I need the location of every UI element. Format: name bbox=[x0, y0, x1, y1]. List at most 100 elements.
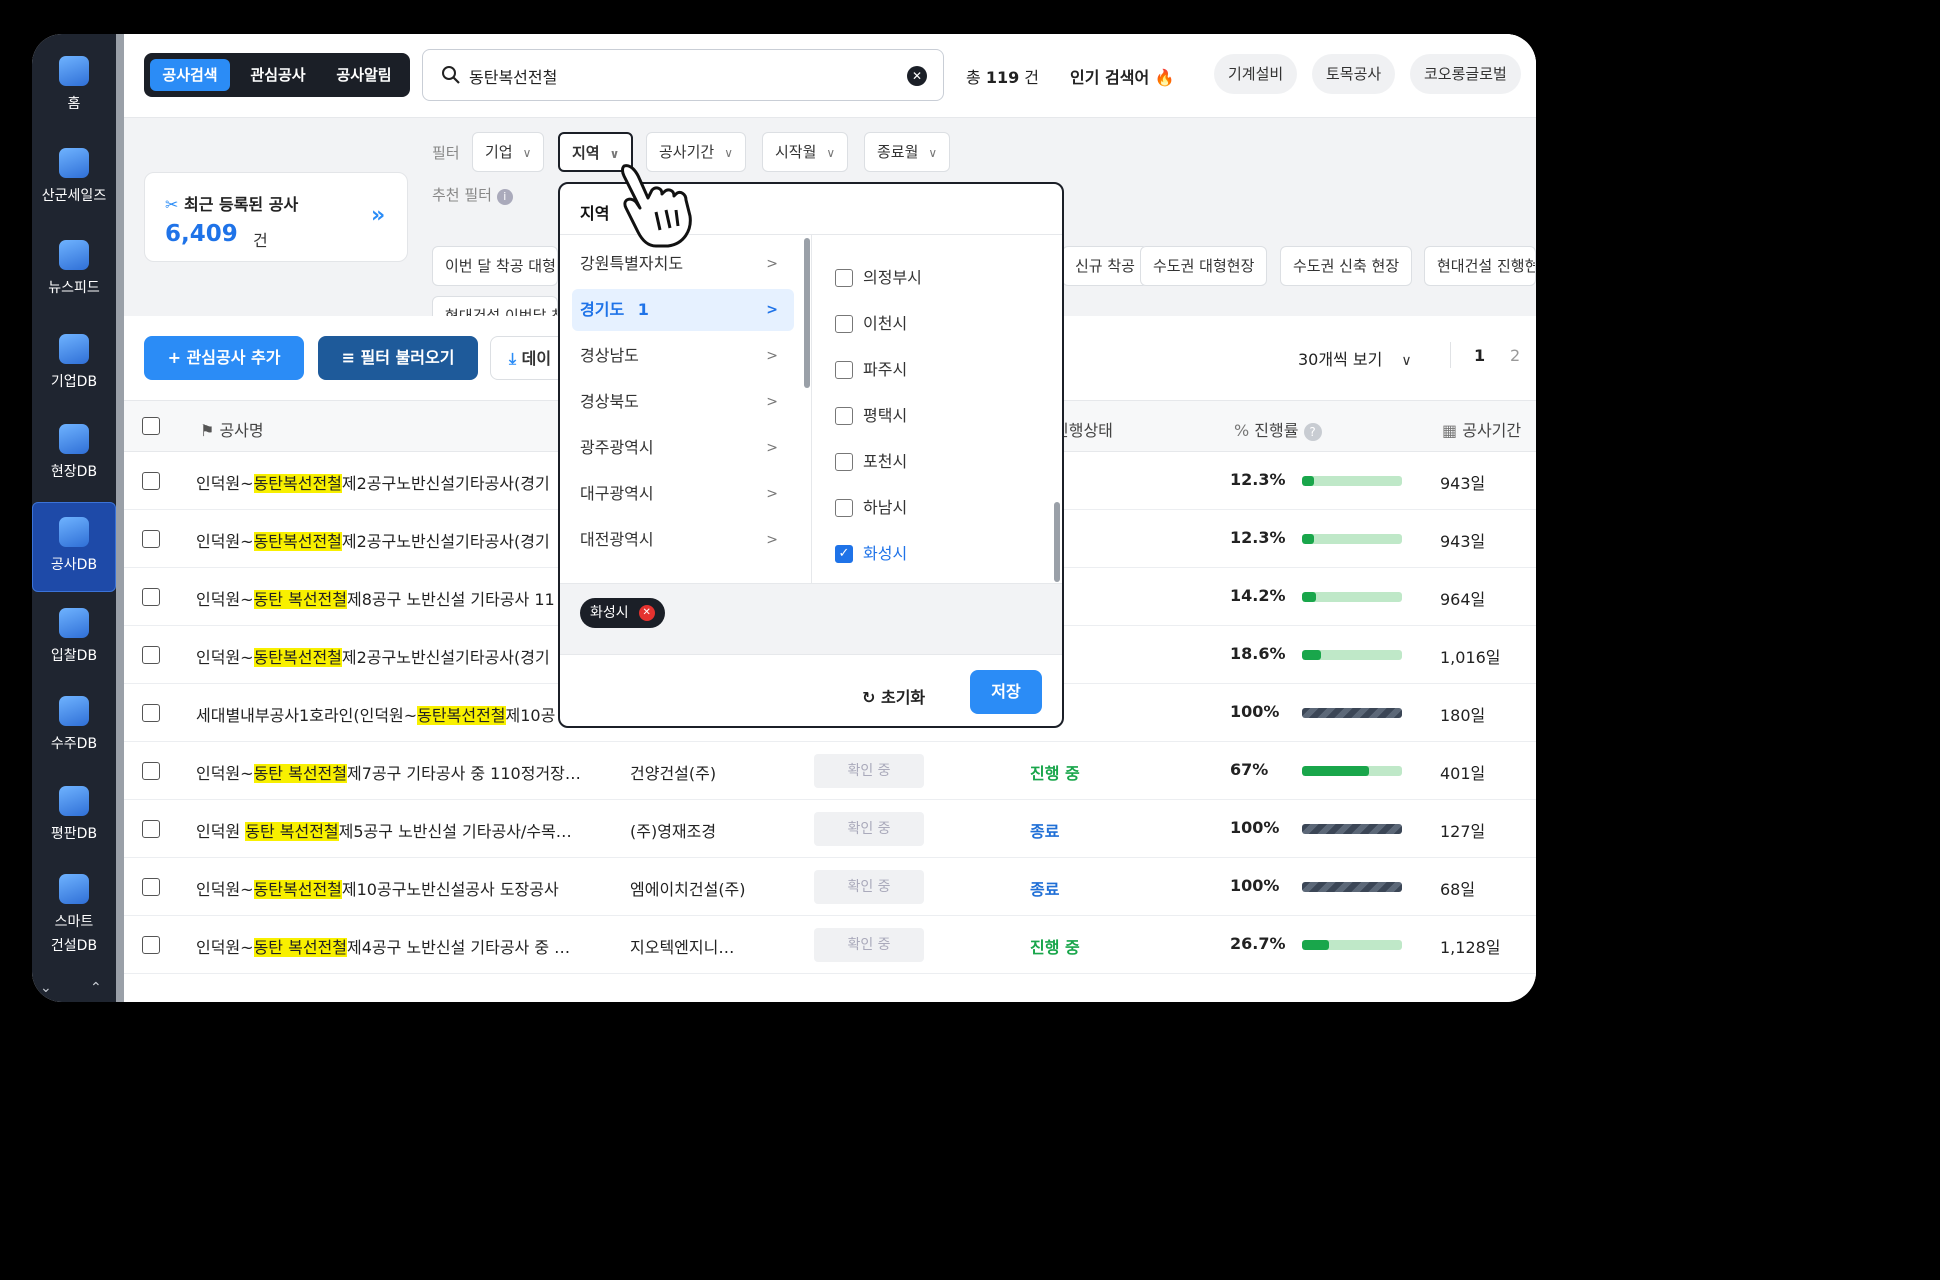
table-row[interactable]: 인덕원~동탄 복선전철제7공구 기타공사 중 110정거장… 건양건설(주) 확인 … bbox=[124, 742, 1536, 800]
tab-interest[interactable]: 관심공사 bbox=[236, 59, 320, 91]
save-button[interactable]: 저장 bbox=[970, 670, 1042, 714]
trophy-icon bbox=[59, 608, 89, 638]
row-name[interactable]: 인덕원~동탄 복선전철제4공구 노반신설 기타공사 중 … bbox=[196, 934, 596, 958]
province-item[interactable]: 대전광역시 > bbox=[572, 519, 794, 561]
add-interest-button[interactable]: + 관심공사 추가 bbox=[144, 336, 304, 380]
page-2[interactable]: 2 bbox=[1510, 346, 1520, 365]
row-checkbox[interactable] bbox=[142, 472, 160, 490]
sidebar-item-bid-db[interactable]: 입찰DB bbox=[32, 608, 116, 678]
row-checkbox[interactable] bbox=[142, 936, 160, 954]
row-name[interactable]: 인덕원 동탄 복선전철제5공구 노반신설 기타공사/수목… bbox=[196, 818, 596, 842]
recommend-chip[interactable]: 이번 달 착공 대형 bbox=[432, 246, 558, 286]
row-checkbox[interactable] bbox=[142, 530, 160, 548]
col-progress[interactable]: % 진행률 ? bbox=[1234, 417, 1322, 441]
city-checkbox[interactable]: ✓ bbox=[835, 545, 853, 563]
city-scrollbar[interactable] bbox=[1054, 502, 1060, 582]
city-checkbox[interactable] bbox=[835, 315, 853, 333]
province-item[interactable]: 경상남도 > bbox=[572, 335, 794, 377]
sidebar-item-construction-db[interactable]: 공사DB bbox=[32, 502, 116, 592]
filter-dropdown-end-month[interactable]: 종료월 ∨ bbox=[864, 132, 951, 172]
recommend-chip[interactable]: 신규 착공 bbox=[1062, 246, 1148, 286]
city-checkbox[interactable] bbox=[835, 499, 853, 517]
row-name[interactable]: 인덕원~동탄복선전철제2공구노반신설기타공사(경기 bbox=[196, 528, 596, 552]
load-filter-button[interactable]: ≡ 필터 불러오기 bbox=[318, 336, 478, 380]
col-name[interactable]: ⚑ 공사명 bbox=[200, 417, 264, 441]
tab-search[interactable]: 공사검색 bbox=[150, 59, 230, 91]
row-name-highlight: 동탄복선전철 bbox=[253, 474, 342, 493]
province-scrollbar[interactable] bbox=[804, 238, 810, 388]
chevron-up-icon[interactable]: ⌃ bbox=[90, 980, 102, 996]
row-checkbox[interactable] bbox=[142, 588, 160, 606]
row-name[interactable]: 세대별내부공사1호라인(인덕원~동탄복선전철제10공 bbox=[196, 702, 596, 726]
row-checkbox[interactable] bbox=[142, 646, 160, 664]
tab-alert[interactable]: 공사알림 bbox=[324, 59, 404, 91]
row-checkbox[interactable] bbox=[142, 762, 160, 780]
row-name-highlight: 동탄 복선전철 bbox=[253, 590, 347, 609]
recommend-chip[interactable]: 현대건설 진행현 bbox=[1424, 246, 1536, 286]
filter-dropdown-start-month[interactable]: 시작월 ∨ bbox=[762, 132, 849, 172]
row-name[interactable]: 인덕원~동탄복선전철제10공구노반신설공사 도장공사 bbox=[196, 876, 596, 900]
col-period[interactable]: ▦ 공사기간 bbox=[1442, 417, 1521, 441]
row-name[interactable]: 인덕원~동탄복선전철제2공구노반신설기타공사(경기 bbox=[196, 470, 596, 494]
row-period: 943일 bbox=[1440, 474, 1486, 493]
recommend-chip[interactable]: 수도권 대형현장 bbox=[1140, 246, 1268, 286]
province-item[interactable]: 경상북도 > bbox=[572, 381, 794, 423]
sidebar-item-home[interactable]: 홈 bbox=[32, 56, 116, 126]
selected-region-label: 화성시 bbox=[590, 605, 629, 621]
table-row[interactable]: 인덕원~동탄 복선전철제4공구 노반신설 기타공사 중 … 지오텍엔지니… 확인 중… bbox=[124, 916, 1536, 974]
sidebar-item-company-db[interactable]: 기업DB bbox=[32, 334, 116, 404]
sidebar-item-reputation-db[interactable]: 평판DB bbox=[32, 786, 116, 856]
sidebar-item-newsfeed[interactable]: 뉴스피드 bbox=[32, 240, 116, 310]
remove-icon[interactable]: ✕ bbox=[638, 605, 655, 621]
popular-keyword[interactable]: 토목공사 bbox=[1312, 54, 1396, 94]
table-row[interactable]: 인덕원 동탄 복선전철제5공구 노반신설 기타공사/수목… (주)영재조경 확인 중… bbox=[124, 800, 1536, 858]
row-company[interactable]: 지오텍엔지니… bbox=[630, 934, 734, 958]
sidebar-item-smart-db[interactable]: 스마트 건설DB bbox=[32, 874, 116, 970]
row-name-post: 제2공구노반신설기타공사(경기 bbox=[341, 474, 550, 493]
dropdown-label: 지역 bbox=[572, 144, 600, 162]
search-box: ✕ bbox=[422, 49, 944, 101]
row-checkbox[interactable] bbox=[142, 820, 160, 838]
row-name[interactable]: 인덕원~동탄복선전철제2공구노반신설기타공사(경기 bbox=[196, 644, 596, 668]
city-checkbox[interactable] bbox=[835, 407, 853, 425]
sidebar-item-site-db[interactable]: 현장DB bbox=[32, 424, 116, 494]
city-checkbox[interactable] bbox=[835, 269, 853, 287]
row-progress-bar bbox=[1302, 592, 1402, 602]
filter-dropdown-company[interactable]: 기업 ∨ bbox=[472, 132, 545, 172]
clear-search-icon[interactable]: ✕ bbox=[907, 66, 927, 86]
row-checkbox[interactable] bbox=[142, 878, 160, 896]
city-checkbox[interactable] bbox=[835, 453, 853, 471]
province-item[interactable]: 대구광역시 > bbox=[572, 473, 794, 515]
row-name-post: 제10공 bbox=[505, 706, 556, 725]
sidebar-item-sales[interactable]: 산군세일즈 bbox=[32, 148, 116, 218]
select-all-checkbox[interactable] bbox=[142, 417, 160, 435]
double-chevron-right-icon[interactable]: » bbox=[371, 203, 385, 228]
city-checkbox[interactable] bbox=[835, 361, 853, 379]
row-checkbox[interactable] bbox=[142, 704, 160, 722]
recent-construction-card[interactable]: ✂ 최근 등록된 공사 6,409 건 » bbox=[144, 172, 408, 262]
recommend-chip[interactable]: 수도권 신축 현장 bbox=[1280, 246, 1413, 286]
page-size-select[interactable]: 30개씩 보기 ∨ bbox=[1298, 346, 1412, 370]
sidebar-item-label: 홈 bbox=[67, 96, 81, 112]
table-row[interactable]: 인덕원~동탄복선전철제10공구노반신설공사 도장공사 엠에이치건설(주) 확인 중 종… bbox=[124, 858, 1536, 916]
row-company[interactable]: 건양건설(주) bbox=[630, 760, 716, 784]
page-1[interactable]: 1 bbox=[1474, 346, 1485, 365]
popular-keyword[interactable]: 코오롱글로벌 bbox=[1410, 54, 1521, 94]
sidebar-item-order-db[interactable]: 수주DB bbox=[32, 696, 116, 766]
selected-region-chip[interactable]: 화성시 ✕ bbox=[580, 598, 665, 628]
row-name[interactable]: 인덕원~동탄 복선전철제8공구 노반신설 기타공사 11 bbox=[196, 586, 596, 610]
divider bbox=[1450, 342, 1451, 368]
search-input[interactable] bbox=[469, 62, 889, 90]
province-item[interactable]: 광주광역시 > bbox=[572, 427, 794, 469]
sidebar-scrollbar[interactable] bbox=[116, 34, 124, 1002]
province-item[interactable]: 경기도 1 > bbox=[572, 289, 794, 331]
row-company[interactable]: (주)영재조경 bbox=[630, 818, 716, 842]
row-period: 68일 bbox=[1440, 880, 1476, 899]
popular-keyword[interactable]: 기계설비 bbox=[1214, 54, 1298, 94]
reset-button[interactable]: ↻ 초기화 bbox=[862, 684, 925, 708]
row-progress-bar bbox=[1302, 940, 1402, 950]
chevron-down-icon[interactable]: ⌄ bbox=[40, 980, 52, 996]
row-name[interactable]: 인덕원~동탄 복선전철제7공구 기타공사 중 110정거장… bbox=[196, 760, 596, 784]
row-company[interactable]: 엠에이치건설(주) bbox=[630, 876, 746, 900]
city-label: 포천시 bbox=[863, 452, 908, 471]
